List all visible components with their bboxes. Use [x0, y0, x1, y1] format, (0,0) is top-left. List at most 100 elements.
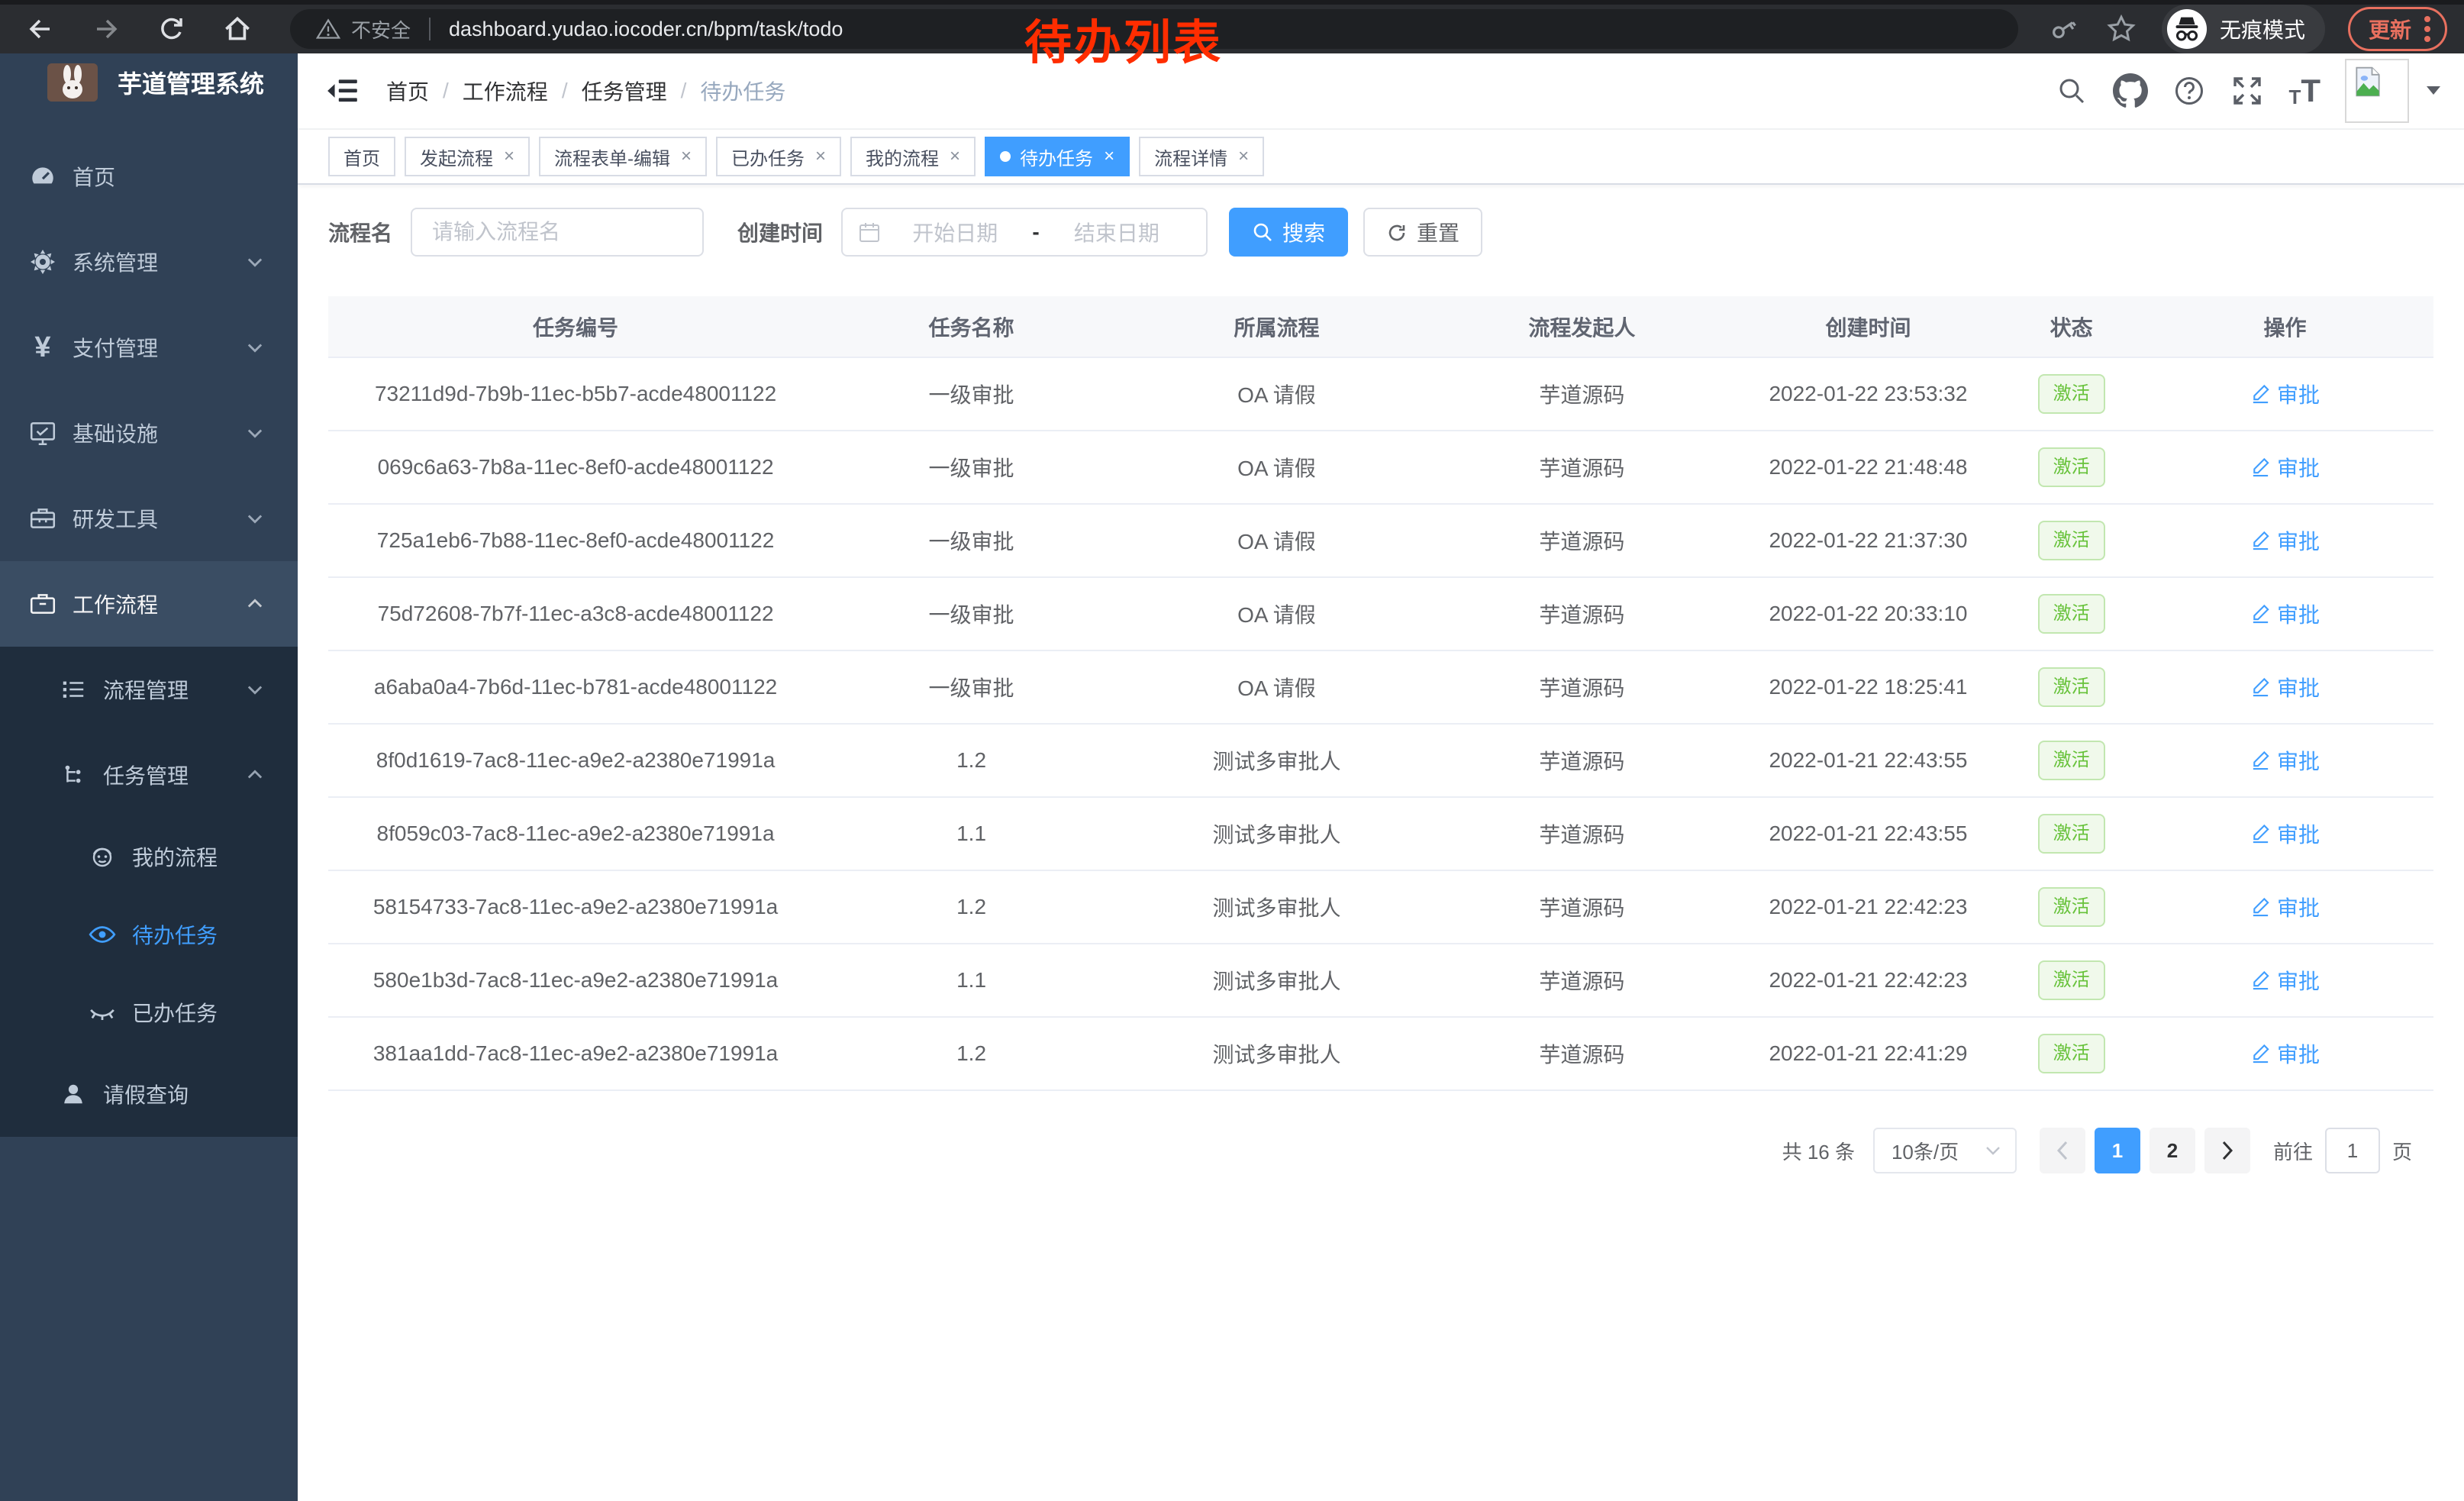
- refresh-icon: [1386, 221, 1408, 243]
- browser-back-button[interactable]: [23, 11, 58, 47]
- header-font-size-button[interactable]: TT: [2288, 75, 2320, 107]
- sidebar-item-leave-query[interactable]: 请假查询: [0, 1051, 298, 1137]
- approve-link[interactable]: 审批: [2250, 599, 2320, 629]
- process-name-label: 流程名: [328, 217, 392, 247]
- chevron-up-icon: [244, 764, 266, 786]
- breadcrumb-home[interactable]: 首页: [386, 76, 429, 106]
- user-avatar[interactable]: [2345, 59, 2409, 123]
- reset-button[interactable]: 重置: [1363, 208, 1482, 257]
- cell-task-id: 580e1b3d-7ac8-11ec-a9e2-a2380e71991a: [328, 944, 823, 1017]
- tab-done-tasks[interactable]: 已办任务×: [716, 137, 841, 176]
- close-icon[interactable]: ×: [950, 146, 960, 167]
- broken-image-icon: [2351, 65, 2385, 98]
- date-range-picker[interactable]: 开始日期 - 结束日期: [841, 208, 1208, 257]
- approve-link[interactable]: 审批: [2250, 525, 2320, 556]
- breadcrumb-workflow[interactable]: 工作流程: [463, 76, 548, 106]
- monitor-icon: [26, 418, 60, 447]
- close-icon[interactable]: ×: [1238, 146, 1249, 167]
- sidebar-item-my-process[interactable]: 我的流程: [0, 818, 298, 896]
- sidebar-collapse-button[interactable]: [325, 73, 360, 108]
- approve-link[interactable]: 审批: [2250, 745, 2320, 776]
- prev-page-button[interactable]: [2040, 1128, 2085, 1173]
- goto-page-input[interactable]: [2325, 1128, 2380, 1173]
- cell-process: OA 请假: [1120, 504, 1434, 577]
- approve-link[interactable]: 审批: [2250, 892, 2320, 922]
- sidebar-item-dev-tools[interactable]: 研发工具: [0, 476, 298, 561]
- browser-reload-button[interactable]: [154, 11, 189, 47]
- tab-todo-tasks[interactable]: 待办任务×: [985, 137, 1130, 176]
- key-icon[interactable]: [2039, 5, 2088, 53]
- sidebar-item-label: 支付管理: [73, 332, 158, 363]
- close-icon[interactable]: ×: [815, 146, 826, 167]
- calendar-icon: [858, 221, 881, 244]
- sidebar-item-infrastructure[interactable]: 基础设施: [0, 390, 298, 476]
- status-badge: 激活: [2038, 887, 2105, 927]
- cell-process: OA 请假: [1120, 577, 1434, 650]
- header-help-button[interactable]: [2172, 74, 2206, 108]
- browser-forward-button[interactable]: [89, 11, 124, 47]
- approve-link[interactable]: 审批: [2250, 818, 2320, 849]
- edit-pen-icon: [2250, 970, 2271, 990]
- cell-starter: 芋道源码: [1434, 650, 1730, 724]
- sidebar-item-payment[interactable]: ¥ 支付管理: [0, 305, 298, 390]
- bookmark-star-icon[interactable]: [2104, 11, 2139, 47]
- sidebar-item-home[interactable]: 首页: [0, 134, 298, 219]
- cell-starter: 芋道源码: [1434, 724, 1730, 797]
- breadcrumb-task-mgmt[interactable]: 任务管理: [582, 76, 667, 106]
- table-row: 580e1b3d-7ac8-11ec-a9e2-a2380e71991a 1.1…: [328, 944, 2433, 1017]
- page-button-1[interactable]: 1: [2095, 1128, 2140, 1173]
- sidebar-item-system[interactable]: 系统管理: [0, 219, 298, 305]
- cell-create-time: 2022-01-21 22:42:23: [1730, 944, 2006, 1017]
- close-icon[interactable]: ×: [504, 146, 514, 167]
- col-task-id: 任务编号: [328, 296, 823, 357]
- page-button-2[interactable]: 2: [2150, 1128, 2195, 1173]
- browser-home-button[interactable]: [220, 11, 255, 47]
- page-size-select[interactable]: 10条/页: [1873, 1128, 2017, 1173]
- face-icon: [85, 843, 119, 870]
- sidebar-item-task-mgmt[interactable]: 任务管理: [0, 732, 298, 818]
- close-icon[interactable]: ×: [681, 146, 692, 167]
- cell-process: 测试多审批人: [1120, 1017, 1434, 1090]
- sidebar-item-todo-tasks[interactable]: 待办任务: [0, 896, 298, 973]
- chevron-left-icon: [2056, 1141, 2069, 1160]
- dashboard-gauge-icon: [26, 162, 60, 191]
- tab-form-edit[interactable]: 流程表单-编辑×: [539, 137, 707, 176]
- filter-form: 流程名 创建时间 开始日期 - 结束日期 搜索 重置: [328, 208, 2433, 257]
- approve-link[interactable]: 审批: [2250, 379, 2320, 409]
- tab-process-detail[interactable]: 流程详情×: [1139, 137, 1264, 176]
- status-badge: 激活: [2038, 741, 2105, 780]
- close-icon[interactable]: ×: [1104, 146, 1114, 167]
- cell-task-name: 1.1: [823, 944, 1120, 1017]
- approve-link[interactable]: 审批: [2250, 965, 2320, 996]
- github-icon: [2113, 73, 2148, 108]
- tab-start-process[interactable]: 发起流程×: [405, 137, 530, 176]
- tab-home[interactable]: 首页: [328, 137, 395, 176]
- breadcrumb-separator: /: [562, 79, 568, 103]
- sidebar-item-process-mgmt[interactable]: 流程管理: [0, 647, 298, 732]
- edit-pen-icon: [2250, 603, 2271, 624]
- edit-pen-icon: [2250, 457, 2271, 477]
- process-name-input[interactable]: [411, 208, 704, 257]
- cell-task-id: 8f0d1619-7ac8-11ec-a9e2-a2380e71991a: [328, 724, 823, 797]
- chevron-up-icon: [244, 593, 266, 615]
- browser-update-button[interactable]: 更新: [2348, 7, 2447, 51]
- sidebar-item-workflow[interactable]: 工作流程: [0, 561, 298, 647]
- avatar-dropdown-caret[interactable]: [2426, 86, 2441, 96]
- search-button[interactable]: 搜索: [1229, 208, 1348, 257]
- header-fullscreen-button[interactable]: [2230, 74, 2264, 108]
- approve-link[interactable]: 审批: [2250, 452, 2320, 483]
- security-label: 不安全: [351, 15, 411, 44]
- approve-link[interactable]: 审批: [2250, 672, 2320, 702]
- approve-link[interactable]: 审批: [2250, 1038, 2320, 1069]
- table-row: 8f059c03-7ac8-11ec-a9e2-a2380e71991a 1.1…: [328, 797, 2433, 870]
- pagination-goto: 前往 页: [2273, 1128, 2412, 1173]
- header-github-button[interactable]: [2113, 73, 2148, 108]
- tab-my-process[interactable]: 我的流程×: [850, 137, 976, 176]
- header-search-button[interactable]: [2055, 74, 2088, 108]
- table-row: 381aa1dd-7ac8-11ec-a9e2-a2380e71991a 1.2…: [328, 1017, 2433, 1090]
- sidebar-item-done-tasks[interactable]: 已办任务: [0, 973, 298, 1051]
- kebab-menu-icon[interactable]: [2424, 15, 2431, 44]
- next-page-button[interactable]: [2204, 1128, 2250, 1173]
- app-logo-row[interactable]: 芋道管理系统: [47, 63, 264, 102]
- sidebar-menu: 首页 系统管理 ¥ 支付管理 基础设施: [0, 134, 298, 1137]
